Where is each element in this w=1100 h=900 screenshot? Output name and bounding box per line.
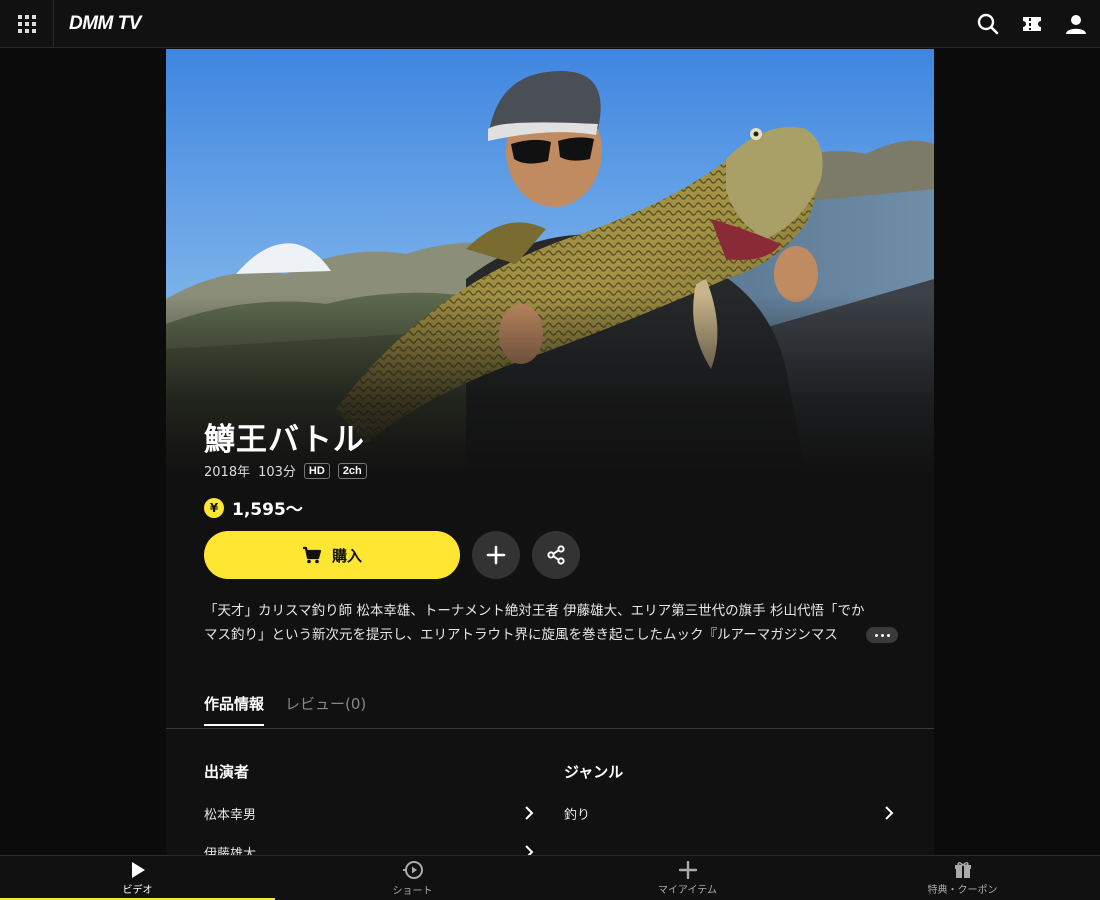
cast-item[interactable]: 伊藤雄大 (204, 843, 534, 855)
nav-benefits-label: 特典・クーポン (927, 885, 998, 896)
nav-my-items-label: マイアイテム (658, 885, 717, 896)
price: ¥ 1,595～ (204, 495, 303, 520)
more-button[interactable] (866, 627, 898, 643)
action-buttons: 購入 (204, 531, 580, 579)
search-icon[interactable] (976, 12, 1000, 36)
play-icon (131, 862, 145, 878)
content-panel: 鱒王バトル 2018年 103分 HD 2ch ¥ 1,595～ 購入 「天才」… (166, 49, 934, 855)
cast-heading: 出演者 (204, 763, 250, 781)
tab-info[interactable]: 作品情報 (204, 693, 265, 726)
menu-grid-icon (17, 14, 36, 33)
genre-name: 釣り (564, 808, 591, 823)
ticket-icon[interactable] (1020, 12, 1044, 36)
description-line-2: マス釣り」という新次元を提示し、エリアトラウト界に旋風を巻き起こしたムック『ルア… (204, 627, 838, 643)
buy-label: 購入 (331, 546, 362, 565)
nav-short[interactable]: ショート (275, 856, 550, 900)
dmm-tv-logo[interactable]: DMM TV (69, 13, 141, 35)
top-header: DMM TV (0, 0, 1100, 48)
genre-heading: ジャンル (564, 763, 624, 781)
share-button[interactable] (532, 531, 580, 579)
meta-info: 2018年 103分 HD 2ch (204, 461, 367, 480)
tab-review[interactable]: レビュー(0) (285, 693, 366, 724)
tab-bar: 作品情報 レビュー(0) (166, 685, 934, 729)
nav-my-items[interactable]: マイアイテム (550, 856, 825, 900)
audio-badge: 2ch (337, 462, 367, 479)
buy-button[interactable]: 購入 (204, 531, 460, 579)
nav-short-label: ショート (392, 886, 433, 897)
more-dots-icon (874, 633, 878, 637)
genre-item[interactable]: 釣り (564, 804, 894, 824)
hero-image (166, 49, 934, 474)
chevron-right-icon (525, 806, 534, 820)
bottom-nav: ビデオ ショート マイアイテム 特典・クーポン (0, 855, 1100, 900)
gift-icon (954, 862, 971, 878)
nav-video[interactable]: ビデオ (0, 856, 275, 900)
nav-video-label: ビデオ (122, 885, 153, 896)
genre-column: ジャンル 釣り (564, 761, 894, 823)
nav-benefits-coupons[interactable]: 特典・クーポン (825, 856, 1100, 900)
price-value: 1,595～ (232, 500, 303, 520)
hd-badge: HD (303, 462, 330, 479)
cart-icon (302, 546, 322, 564)
cast-name: 松本幸男 (204, 808, 257, 823)
cast-item[interactable]: 松本幸男 (204, 804, 534, 824)
description-line-1: 「天才」カリスマ釣り師 松本幸雄、トーナメント絶対王者 伊藤雄大、エリア第三世代… (204, 603, 865, 619)
plus-icon (678, 861, 697, 879)
year: 2018年 (204, 465, 251, 480)
title: 鱒王バトル (204, 422, 365, 458)
duration: 103分 (258, 465, 296, 480)
share-icon (547, 545, 565, 565)
menu-grid-button[interactable] (0, 0, 54, 48)
plus-icon (486, 545, 506, 565)
short-play-icon (402, 861, 423, 879)
cast-name: 伊藤雄大 (204, 847, 257, 855)
description: 「天才」カリスマ釣り師 松本幸雄、トーナメント絶対王者 伊藤雄大、エリア第三世代… (204, 599, 898, 647)
cast-column: 出演者 松本幸男 伊藤雄大 (204, 761, 534, 855)
add-to-list-button[interactable] (472, 531, 520, 579)
user-icon[interactable] (1064, 12, 1088, 36)
chevron-right-icon (885, 806, 894, 820)
chevron-right-icon (525, 845, 534, 855)
yen-coin-icon: ¥ (204, 497, 224, 518)
